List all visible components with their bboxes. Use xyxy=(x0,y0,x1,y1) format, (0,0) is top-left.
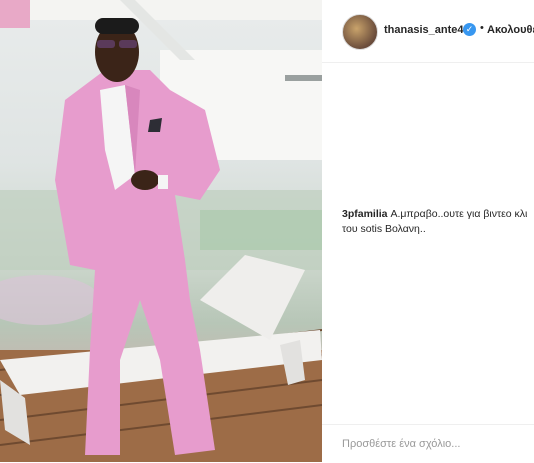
photo-scene xyxy=(0,0,322,462)
verified-badge-icon: ✓ xyxy=(463,23,476,36)
comment-text-line2: του sotis Βολανη.. xyxy=(342,223,426,235)
follow-button[interactable]: Ακολουθε xyxy=(487,24,534,36)
avatar[interactable] xyxy=(342,14,378,50)
comment-input[interactable] xyxy=(340,437,524,451)
post-photo[interactable] xyxy=(0,0,322,462)
separator-dot: • xyxy=(480,22,484,34)
post-header: thanasis_ante43 ✓ • Ακολουθε xyxy=(322,0,534,63)
username-link[interactable]: thanasis_ante43 xyxy=(384,24,470,36)
comment-text-line1: Α.μπραβο..ουτε για βιντεο κλι xyxy=(387,208,528,220)
add-comment-bar xyxy=(322,424,534,463)
comment: 3pfamilia Α.μπραβο..ουτε για βιντεο κλι … xyxy=(342,207,532,237)
comment-author[interactable]: 3pfamilia xyxy=(342,208,388,220)
post-sidebar: thanasis_ante43 ✓ • Ακολουθε 3pfamilia Α… xyxy=(322,0,534,462)
